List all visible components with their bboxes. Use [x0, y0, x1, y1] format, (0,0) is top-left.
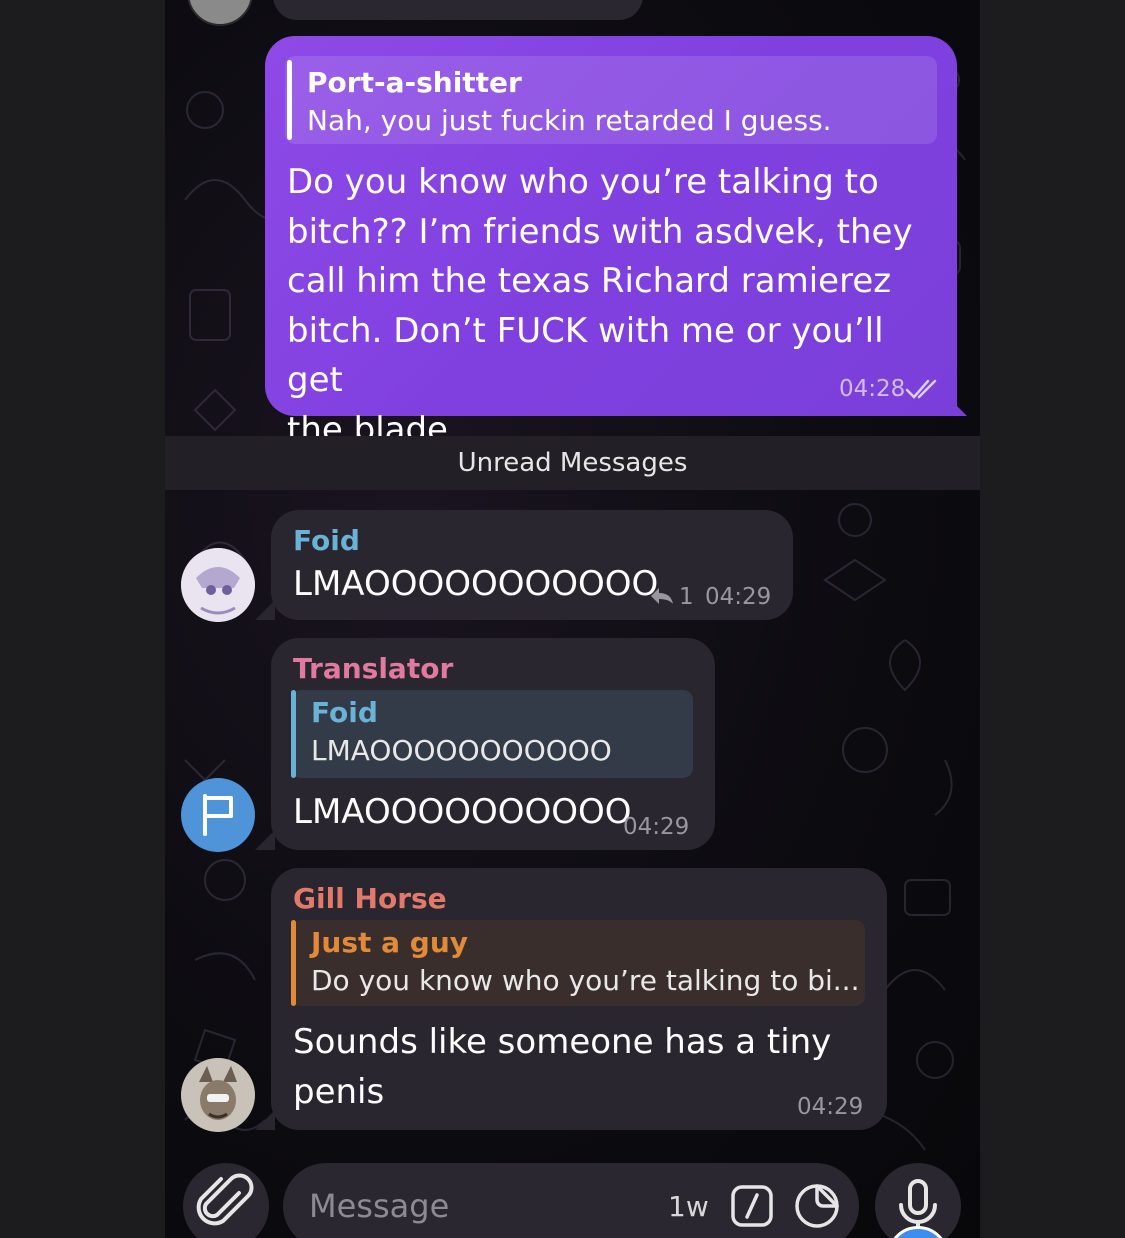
- reply-count: 1: [679, 584, 694, 610]
- reply-sender-name: Port-a-shitter: [307, 66, 522, 99]
- reply-preview[interactable]: Just a guy Do you know who you’re talkin…: [291, 920, 865, 1006]
- right-margin: [980, 0, 1125, 1238]
- auto-delete-timer-label[interactable]: 1w: [668, 1190, 709, 1223]
- sender-name[interactable]: Translator: [293, 652, 453, 685]
- message-time: 04:29: [705, 584, 772, 610]
- chat-area[interactable]: Port-a-shitter Nah, you just fuckin reta…: [165, 0, 980, 1238]
- reply-text: Nah, you just fuckin retarded I guess.: [307, 104, 832, 137]
- message-text: LMAOOOOOOOOOOO: [293, 564, 659, 604]
- reply-arrow-icon: [651, 588, 673, 604]
- sender-name[interactable]: Foid: [293, 524, 360, 557]
- reply-bar: [287, 60, 292, 140]
- flag-icon: [203, 794, 233, 836]
- message-text: Do you know who you’re talking to bitch?…: [287, 158, 937, 455]
- sender-name[interactable]: Gill Horse: [293, 882, 447, 915]
- avatar[interactable]: [181, 548, 255, 622]
- message-text: LMAOOOOOOOOOO: [293, 792, 632, 832]
- message-text-line: Sounds like someone has a tiny: [293, 1022, 832, 1062]
- paperclip-icon: [196, 1173, 254, 1226]
- message-text-line: bitch?? I’m friends with asdvek, they: [287, 211, 913, 252]
- reply-preview[interactable]: Port-a-shitter Nah, you just fuckin reta…: [285, 56, 937, 144]
- reply-text: Do you know who you’re talking to bi...: [311, 964, 860, 997]
- command-icon[interactable]: [729, 1183, 775, 1229]
- avatar-image: [181, 1058, 255, 1132]
- reply-sender-name: Foid: [311, 696, 378, 729]
- message-bubble[interactable]: Foid LMAOOOOOOOOOOO 1 04:29: [271, 510, 793, 620]
- message-input[interactable]: Message 1w: [283, 1163, 859, 1238]
- reply-preview[interactable]: Foid LMAOOOOOOOOOOO: [291, 690, 693, 778]
- reply-sender-name: Just a guy: [311, 926, 469, 959]
- message-text-line: penis: [293, 1072, 385, 1112]
- outgoing-message-bubble[interactable]: Port-a-shitter Nah, you just fuckin reta…: [265, 36, 957, 450]
- message-text-line: call him the texas Richard ramierez: [287, 261, 892, 301]
- unread-divider: Unread Messages: [165, 436, 980, 490]
- message-bubble-partial[interactable]: [273, 0, 643, 20]
- left-margin: [0, 0, 165, 1238]
- message-bubble[interactable]: Translator Foid LMAOOOOOOOOOOO LMAOOOOOO…: [271, 638, 715, 850]
- message-placeholder: Message: [309, 1187, 450, 1225]
- message-time: 04:28: [839, 376, 906, 402]
- avatar[interactable]: [181, 778, 255, 852]
- attach-button[interactable]: [183, 1163, 269, 1238]
- sticker-icon[interactable]: [793, 1182, 841, 1230]
- message-text-line: Do you know who you’re talking to: [287, 162, 879, 202]
- avatar[interactable]: [181, 1058, 255, 1132]
- avatar-image: [181, 548, 255, 622]
- reply-text: LMAOOOOOOOOOOO: [311, 734, 612, 767]
- reply-bar: [291, 920, 296, 1006]
- unread-label: Unread Messages: [457, 448, 688, 478]
- reply-bar: [291, 690, 296, 778]
- message-bubble[interactable]: Gill Horse Just a guy Do you know who yo…: [271, 868, 887, 1130]
- message-time: 04:29: [797, 1094, 864, 1120]
- message-time: 04:29: [623, 814, 690, 840]
- double-check-icon: [905, 379, 937, 399]
